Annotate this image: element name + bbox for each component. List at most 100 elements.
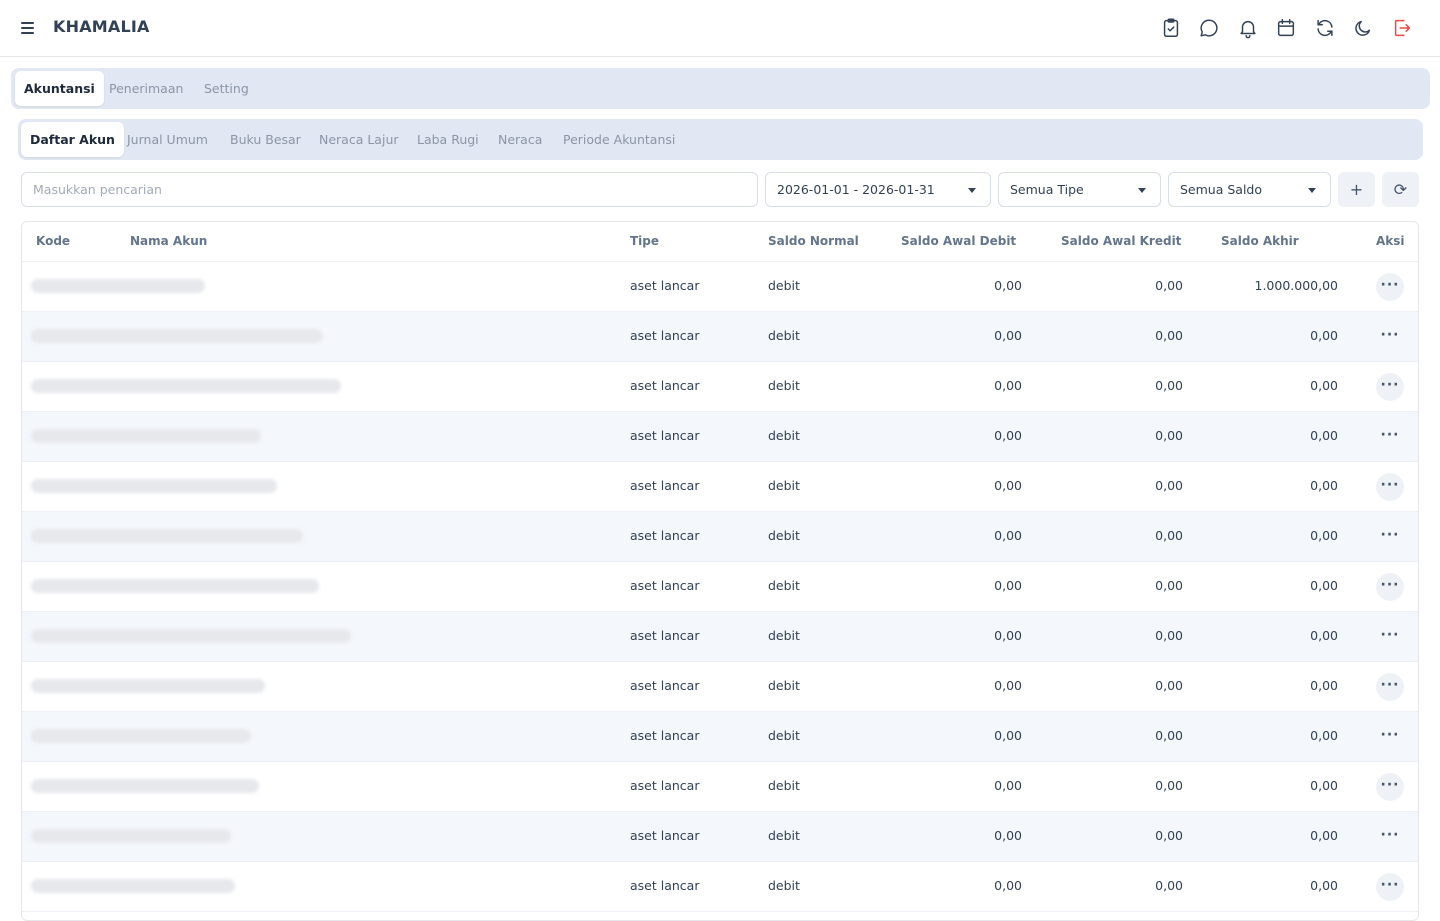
row-actions-button[interactable]: ··· [1376,873,1404,901]
bell-icon[interactable] [1237,17,1259,39]
table-row[interactable]: aset lancar debit 0,00 0,00 0,00 ··· [22,362,1418,412]
cell-saldo-awal-debit: 0,00 [994,778,1022,793]
chat-icon[interactable] [1198,17,1220,39]
row-actions-button[interactable]: ··· [1376,673,1404,701]
cell-saldo-awal-kredit: 0,00 [1155,428,1183,443]
cell-saldo-awal-kredit: 0,00 [1155,478,1183,493]
row-actions-button[interactable]: ··· [1376,523,1404,551]
add-account-button[interactable]: + [1338,172,1375,207]
table-row[interactable]: aset lancar debit 0,00 0,00 0,00 ··· [22,512,1418,562]
clipboard-check-icon[interactable] [1160,17,1182,39]
row-actions-button[interactable]: ··· [1376,723,1404,751]
cell-saldo-akhir: 0,00 [1310,428,1338,443]
cell-tipe: aset lancar [630,528,700,543]
cell-tipe: aset lancar [630,278,700,293]
cell-saldo-akhir: 0,00 [1310,478,1338,493]
cell-saldo-normal: debit [768,278,800,293]
col-nama-akun[interactable]: Nama Akun [130,234,207,248]
sync-icon[interactable] [1314,17,1336,39]
redacted-account-info [31,579,319,593]
table-row[interactable]: aset lancar debit 0,00 0,00 0,00 ··· [22,762,1418,812]
date-range-select[interactable]: 2026-01-01 - 2026-01-31 [765,172,991,207]
redacted-account-info [31,879,235,893]
moon-icon[interactable] [1352,17,1374,39]
row-actions-button[interactable]: ··· [1376,473,1404,501]
redacted-account-info [31,379,341,393]
balance-select[interactable]: Semua Saldo [1168,172,1331,207]
redacted-account-info [31,629,351,643]
menu-icon[interactable] [18,18,38,38]
row-actions-button[interactable]: ··· [1376,273,1404,301]
table-row[interactable]: aset lancar debit 0,00 0,00 0,00 ··· [22,562,1418,612]
row-actions-button[interactable]: ··· [1376,323,1404,351]
cell-saldo-normal: debit [768,778,800,793]
cell-saldo-akhir: 0,00 [1310,828,1338,843]
table-row[interactable]: aset lancar debit 0,00 0,00 0,00 ··· [22,612,1418,662]
col-saldo-awal-debit[interactable]: Saldo Awal Debit [901,234,1016,248]
row-actions-button[interactable]: ··· [1376,623,1404,651]
tab-jurnal-umum[interactable]: Jurnal Umum [127,122,208,157]
cell-saldo-akhir: 1.000.000,00 [1254,278,1339,293]
type-select[interactable]: Semua Tipe [998,172,1161,207]
table-row[interactable]: aset lancar debit 0,00 0,00 0,00 ··· [22,662,1418,712]
cell-saldo-awal-kredit: 0,00 [1155,628,1183,643]
logout-icon[interactable] [1391,17,1413,39]
cell-saldo-awal-debit: 0,00 [994,428,1022,443]
search-input[interactable] [21,172,758,207]
table-row[interactable]: aset lancar debit 0,00 0,00 0,00 ··· [22,462,1418,512]
cell-saldo-awal-debit: 0,00 [994,728,1022,743]
row-actions-button[interactable]: ··· [1376,773,1404,801]
table-row[interactable]: aset lancar debit 0,00 0,00 0,00 ··· [22,812,1418,862]
cell-tipe: aset lancar [630,328,700,343]
row-actions-button[interactable]: ··· [1376,573,1404,601]
tab-periode-akuntansi[interactable]: Periode Akuntansi [563,122,675,157]
col-kode[interactable]: Kode [36,234,70,248]
cell-saldo-awal-debit: 0,00 [994,278,1022,293]
redacted-account-info [31,679,265,693]
row-actions-button[interactable]: ··· [1376,423,1404,451]
tab-daftar-akun[interactable]: Daftar Akun [21,122,124,157]
col-tipe[interactable]: Tipe [630,234,659,248]
tab-penerimaan[interactable]: Penerimaan [109,71,183,106]
main-tabbar: Akuntansi Penerimaan Setting [11,68,1430,109]
cell-saldo-akhir: 0,00 [1310,628,1338,643]
refresh-button[interactable]: ⟳ [1382,172,1419,207]
cell-saldo-akhir: 0,00 [1310,678,1338,693]
redacted-account-info [31,329,323,343]
cell-saldo-awal-debit: 0,00 [994,378,1022,393]
tab-neraca-lajur[interactable]: Neraca Lajur [319,122,399,157]
tab-buku-besar[interactable]: Buku Besar [230,122,301,157]
cell-saldo-normal: debit [768,628,800,643]
refresh-icon: ⟳ [1393,180,1408,199]
cell-tipe: aset lancar [630,828,700,843]
redacted-account-info [31,429,261,443]
cell-tipe: aset lancar [630,428,700,443]
cell-saldo-normal: debit [768,728,800,743]
col-saldo-normal[interactable]: Saldo Normal [768,234,859,248]
cell-tipe: aset lancar [630,878,700,893]
cell-saldo-akhir: 0,00 [1310,328,1338,343]
cell-saldo-awal-debit: 0,00 [994,528,1022,543]
table-row[interactable]: aset lancar debit 0,00 0,00 0,00 ··· [22,412,1418,462]
table-row[interactable]: aset lancar debit 0,00 0,00 0,00 ··· [22,312,1418,362]
calendar-icon[interactable] [1275,17,1297,39]
redacted-account-info [31,529,303,543]
tab-setting[interactable]: Setting [204,71,249,106]
tab-laba-rugi[interactable]: Laba Rugi [417,122,479,157]
row-actions-button[interactable]: ··· [1376,823,1404,851]
cell-tipe: aset lancar [630,678,700,693]
table-row[interactable]: aset lancar debit 0,00 0,00 0,00 ··· [22,712,1418,762]
cell-saldo-normal: debit [768,478,800,493]
tab-neraca[interactable]: Neraca [498,122,542,157]
cell-saldo-akhir: 0,00 [1310,728,1338,743]
cell-saldo-awal-kredit: 0,00 [1155,678,1183,693]
col-saldo-akhir[interactable]: Saldo Akhir [1221,234,1299,248]
cell-saldo-awal-kredit: 0,00 [1155,278,1183,293]
row-actions-button[interactable]: ··· [1376,373,1404,401]
col-saldo-awal-kredit[interactable]: Saldo Awal Kredit [1061,234,1181,248]
redacted-account-info [31,779,259,793]
cell-tipe: aset lancar [630,778,700,793]
tab-akuntansi[interactable]: Akuntansi [15,71,104,106]
table-row[interactable]: aset lancar debit 0,00 0,00 1.000.000,00 ··· [22,262,1418,312]
table-row[interactable]: aset lancar debit 0,00 0,00 0,00 ··· [22,862,1418,912]
